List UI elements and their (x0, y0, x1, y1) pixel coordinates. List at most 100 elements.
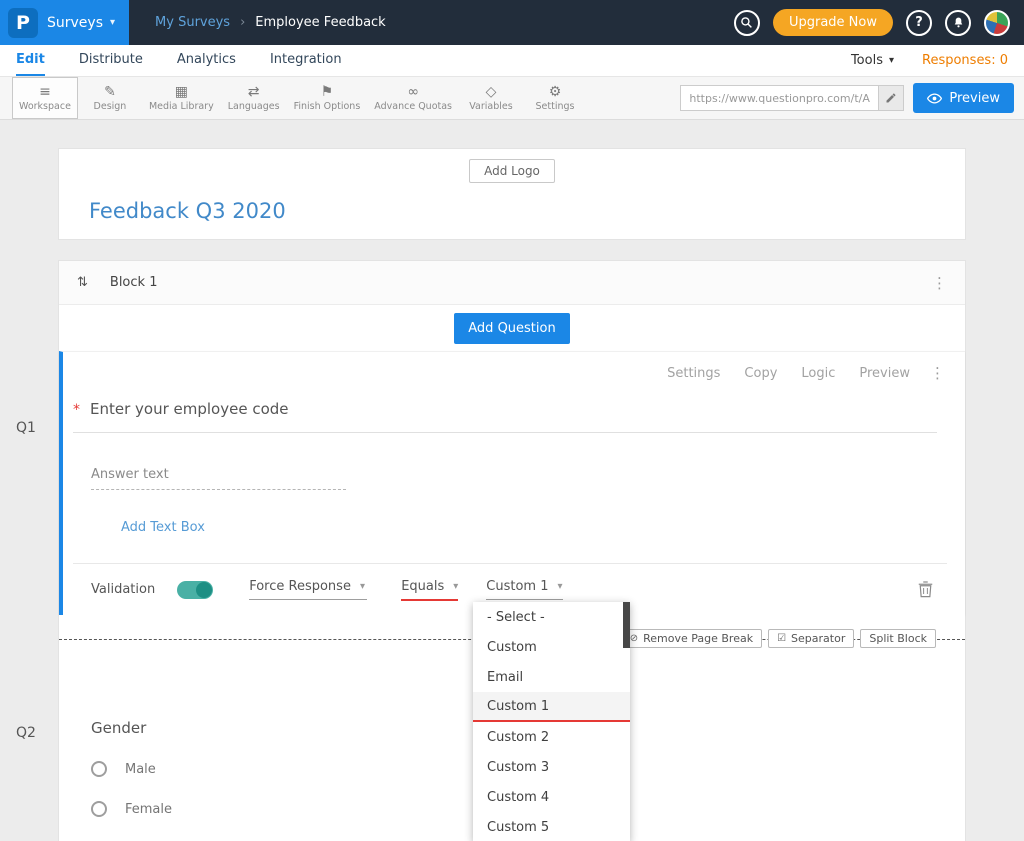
breadcrumb: My Surveys › Employee Feedback (155, 15, 386, 30)
pencil-icon (885, 92, 897, 104)
add-question-button[interactable]: Add Question (454, 313, 569, 344)
block-header: ⇅ Block 1 ⋮ (59, 261, 965, 305)
notifications-button[interactable] (945, 10, 971, 36)
variables-icon: ◇ (486, 85, 497, 99)
question-actions: Settings Copy Logic Preview ⋮ (73, 364, 947, 382)
toolbar-item-workspace[interactable]: ≡ Workspace (12, 77, 78, 119)
editor-toolbar: ≡ Workspace ✎ Design ▦ Media Library ⇄ L… (0, 77, 1024, 120)
remove-icon: ⊘ (630, 633, 638, 644)
toolbar-item-advance-quotas[interactable]: ∞ Advance Quotas (367, 77, 459, 119)
top-bar: P Surveys ▾ My Surveys › Employee Feedba… (0, 0, 1024, 45)
dropdown-item[interactable]: - Select - (473, 602, 630, 632)
question-mark-icon: ? (915, 15, 923, 30)
upgrade-now-button[interactable]: Upgrade Now (773, 9, 893, 36)
media-library-icon: ▦ (175, 85, 188, 99)
survey-canvas: Q1 Q2 Add Logo Feedback Q3 2020 ⇅ Block … (0, 120, 1024, 841)
finish-options-icon: ⚑ (321, 85, 334, 99)
separator-button[interactable]: ☑ Separator (768, 629, 854, 648)
checkbox-checked-icon: ☑ (777, 633, 786, 644)
block-title[interactable]: Block 1 (110, 275, 158, 290)
radio-button[interactable] (91, 801, 107, 817)
validation-value-dropdown: - Select - Custom Email Custom 1 Custom … (473, 602, 630, 841)
question-text[interactable]: Enter your employee code (90, 400, 289, 418)
question-settings-link[interactable]: Settings (667, 366, 720, 381)
dropdown-item[interactable]: Custom 3 (473, 752, 630, 782)
split-block-button[interactable]: Split Block (860, 629, 936, 648)
topbar-actions: Upgrade Now ? (734, 9, 1024, 36)
radio-label: Male (125, 762, 156, 777)
dropdown-scrollbar[interactable] (623, 602, 630, 648)
workspace-icon: ≡ (39, 85, 51, 99)
validation-label: Validation (91, 582, 155, 597)
dropdown-item[interactable]: Custom (473, 632, 630, 662)
search-button[interactable] (734, 10, 760, 36)
question-preview-link[interactable]: Preview (859, 366, 910, 381)
operator-select[interactable]: Equals ▾ (401, 579, 458, 601)
chevron-down-icon: ▾ (453, 581, 458, 592)
add-question-row: Add Question (59, 305, 965, 351)
chevron-down-icon: ▾ (360, 581, 365, 592)
dropdown-item[interactable]: Custom 2 (473, 722, 630, 752)
validation-toggle[interactable] (177, 581, 213, 599)
question-number-q2: Q2 (16, 725, 36, 741)
dropdown-item[interactable]: Custom 4 (473, 782, 630, 812)
advance-quotas-icon: ∞ (407, 85, 419, 99)
toolbar-item-design[interactable]: ✎ Design (78, 77, 142, 119)
breadcrumb-separator-icon: › (240, 15, 245, 30)
toolbar-item-variables[interactable]: ◇ Variables (459, 77, 523, 119)
preview-button[interactable]: Preview (913, 83, 1014, 113)
responses-count[interactable]: Responses: 0 (922, 53, 1008, 68)
question-q1: Settings Copy Logic Preview ⋮ * Enter yo… (59, 351, 965, 615)
toolbar-item-media-library[interactable]: ▦ Media Library (142, 77, 221, 119)
breadcrumb-my-surveys[interactable]: My Surveys (155, 15, 230, 30)
tab-analytics[interactable]: Analytics (177, 45, 236, 76)
chevron-down-icon: ▾ (889, 55, 894, 66)
product-name: Surveys (47, 15, 103, 31)
toolbar-item-settings[interactable]: ⚙ Settings (523, 77, 587, 119)
nav-right: Tools ▾ Responses: 0 (851, 45, 1008, 76)
questionpro-logo[interactable]: P (8, 8, 38, 38)
dropdown-item-selected[interactable]: Custom 1 (473, 692, 630, 722)
collapse-block-icon[interactable]: ⇅ (77, 275, 88, 290)
delete-question-button[interactable] (918, 581, 933, 598)
user-avatar[interactable] (984, 10, 1010, 36)
tab-edit[interactable]: Edit (16, 45, 45, 76)
block-menu-icon[interactable]: ⋮ (932, 274, 947, 292)
eye-icon (927, 93, 942, 104)
breadcrumb-current: Employee Feedback (255, 15, 385, 30)
survey-url-input[interactable] (680, 85, 878, 111)
tab-distribute[interactable]: Distribute (79, 45, 143, 76)
add-logo-button[interactable]: Add Logo (469, 159, 555, 183)
design-icon: ✎ (104, 85, 116, 99)
question-number-q1: Q1 (16, 420, 36, 436)
question-menu-icon[interactable]: ⋮ (930, 364, 945, 382)
radio-label: Female (125, 802, 172, 817)
bell-icon (952, 16, 965, 29)
dropdown-item[interactable]: Custom 5 (473, 812, 630, 841)
trash-icon (918, 581, 933, 598)
dropdown-item[interactable]: Email (473, 662, 630, 692)
gear-icon: ⚙ (549, 85, 562, 99)
answer-text-field[interactable]: Answer text (91, 467, 346, 490)
radio-button[interactable] (91, 761, 107, 777)
question-copy-link[interactable]: Copy (744, 366, 777, 381)
app-switcher[interactable]: P Surveys ▾ (0, 0, 129, 45)
force-response-select[interactable]: Force Response ▾ (249, 579, 367, 600)
page-break-buttons: ⊘ Remove Page Break ☑ Separator Split Bl… (621, 629, 936, 648)
chevron-down-icon: ▾ (110, 17, 115, 28)
chevron-down-icon: ▾ (558, 581, 563, 592)
question-text-row: * Enter your employee code (73, 400, 937, 433)
search-icon (740, 16, 753, 29)
tab-integration[interactable]: Integration (270, 45, 342, 76)
toolbar-item-languages[interactable]: ⇄ Languages (221, 77, 287, 119)
survey-title[interactable]: Feedback Q3 2020 (89, 199, 965, 223)
edit-url-button[interactable] (878, 85, 904, 111)
languages-icon: ⇄ (248, 85, 260, 99)
remove-page-break-button[interactable]: ⊘ Remove Page Break (621, 629, 762, 648)
validation-value-select[interactable]: Custom 1 ▾ (486, 579, 562, 600)
question-logic-link[interactable]: Logic (801, 366, 835, 381)
help-button[interactable]: ? (906, 10, 932, 36)
toolbar-item-finish-options[interactable]: ⚑ Finish Options (287, 77, 368, 119)
tools-menu[interactable]: Tools ▾ (851, 53, 894, 68)
add-text-box-link[interactable]: Add Text Box (121, 520, 205, 535)
